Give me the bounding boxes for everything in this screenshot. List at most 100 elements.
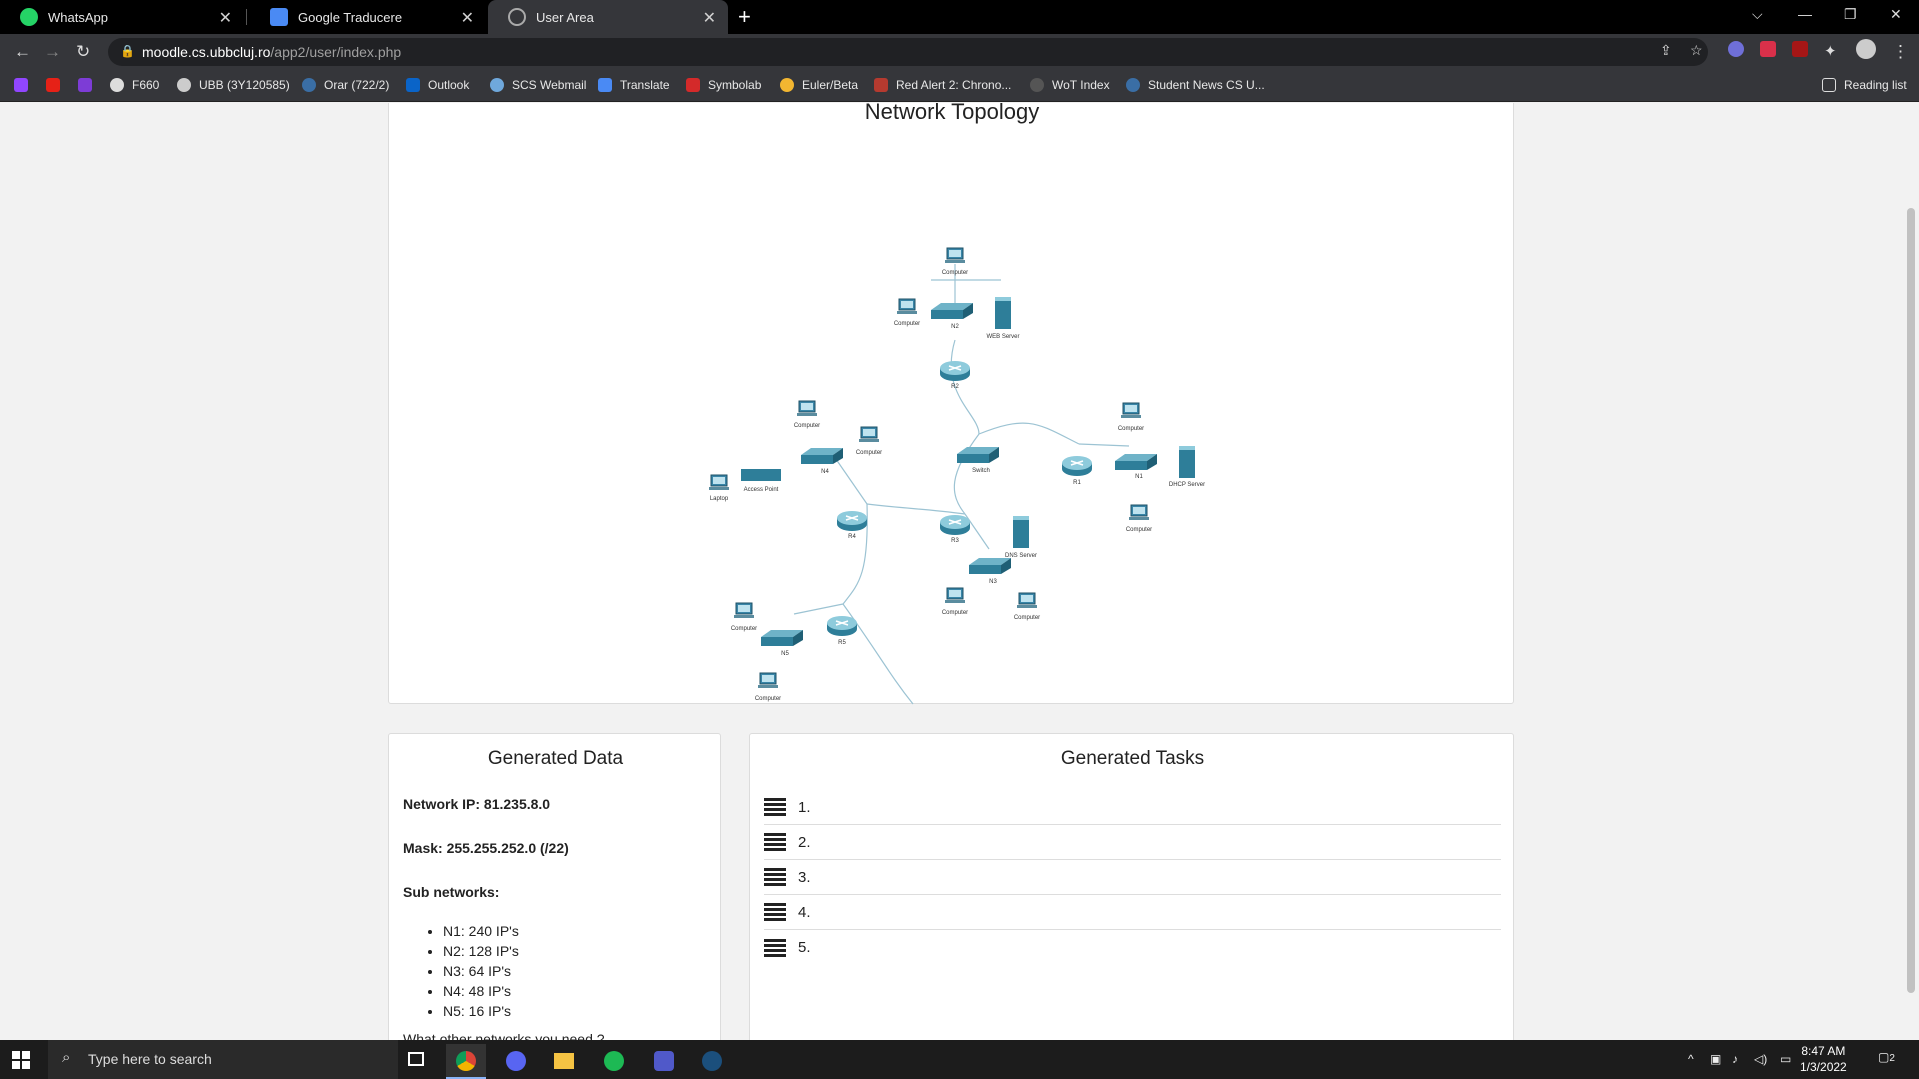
forward-button[interactable]: →: [44, 42, 61, 62]
bookmark-ubb[interactable]: UBB (3Y120585): [177, 78, 290, 92]
task-row[interactable]: 3.: [764, 860, 1501, 895]
reload-button[interactable]: ↻: [76, 42, 90, 62]
label-r3: R3: [951, 538, 959, 544]
close-window-button[interactable]: ✕: [1890, 6, 1902, 23]
task-number: 4.: [798, 903, 811, 921]
twitch-icon[interactable]: [14, 78, 28, 92]
url-text: moodle.cs.ubbcluj.ro/app2/user/index.php: [142, 44, 402, 60]
globe-icon: [508, 8, 526, 26]
subnets-list: N1: 240 IP's N2: 128 IP's N3: 64 IP's N4…: [443, 921, 519, 1021]
task-row[interactable]: 4.: [764, 895, 1501, 930]
tab-label: Google Traducere: [298, 9, 403, 25]
label-computer: Computer: [942, 270, 968, 276]
scrollbar-thumb[interactable]: [1907, 208, 1915, 993]
battery-icon[interactable]: ▭: [1780, 1052, 1791, 1066]
clock-time: 8:47 AM: [1801, 1044, 1846, 1058]
steam-icon[interactable]: [692, 1044, 732, 1079]
mask-line: Mask: 255.255.252.0 (/22): [403, 840, 569, 856]
task-number: 3.: [798, 868, 811, 886]
avatar[interactable]: [1856, 39, 1876, 59]
mail-icon[interactable]: [78, 78, 92, 92]
bookmarks-bar: F660 UBB (3Y120585) Orar (722/2) Outlook…: [0, 70, 1919, 102]
chevron-up-icon[interactable]: ^: [1688, 1052, 1694, 1066]
bookmark-student-news[interactable]: Student News CS U...: [1126, 78, 1265, 92]
tab-user-area[interactable]: User Area ✕: [488, 0, 728, 34]
task-row[interactable]: 2.: [764, 825, 1501, 860]
close-icon[interactable]: ✕: [219, 8, 232, 28]
puzzle-icon[interactable]: ✦: [1824, 42, 1837, 60]
bookmark-wot-index[interactable]: WoT Index: [1030, 78, 1110, 92]
task-row[interactable]: 5.: [764, 930, 1501, 965]
label-dhcp-server: DHCP Server: [1169, 482, 1205, 488]
bookmark-scs-webmail[interactable]: SCS Webmail: [490, 78, 586, 92]
notification-icon[interactable]: ▢2: [1878, 1050, 1895, 1064]
file-explorer-icon[interactable]: [544, 1044, 584, 1079]
minimize-button[interactable]: —: [1798, 6, 1812, 22]
label-switch: Switch: [972, 468, 990, 474]
share-icon[interactable]: ⇪: [1660, 42, 1672, 59]
windows-start-icon[interactable]: [12, 1051, 30, 1069]
label-computer: Computer: [1014, 615, 1040, 621]
spotify-icon[interactable]: [594, 1044, 634, 1079]
tab-divider: [246, 9, 247, 25]
label-computer: Computer: [794, 423, 820, 429]
extension-icon[interactable]: [1728, 41, 1744, 57]
label-computer: Computer: [731, 626, 757, 632]
label-computer: Computer: [942, 610, 968, 616]
back-button[interactable]: ←: [14, 42, 31, 62]
close-icon[interactable]: ✕: [703, 8, 716, 28]
star-icon[interactable]: ☆: [1690, 42, 1703, 59]
label-n2: N2: [951, 324, 959, 330]
taskbar-clock[interactable]: 8:47 AM 1/3/2022: [1800, 1043, 1847, 1075]
volume-icon[interactable]: ◁): [1754, 1052, 1767, 1066]
new-tab-button[interactable]: +: [738, 4, 751, 30]
tab-label: WhatsApp: [48, 9, 108, 25]
list-item: N2: 128 IP's: [443, 941, 519, 961]
bookmark-symbolab[interactable]: Symbolab: [686, 78, 761, 92]
search-icon: ⌕: [62, 1049, 71, 1066]
menu-icon[interactable]: ⋮: [1892, 42, 1909, 62]
label-r5: R5: [838, 640, 846, 646]
task-row[interactable]: 1.: [764, 790, 1501, 825]
address-bar[interactable]: 🔒 moodle.cs.ubbcluj.ro/app2/user/index.p…: [108, 38, 1708, 66]
label-access-point: Access Point: [744, 487, 779, 493]
tab-whatsapp[interactable]: WhatsApp ✕: [0, 0, 244, 34]
bookmark-red-alert[interactable]: Red Alert 2: Chrono...: [874, 78, 1011, 92]
bookmark-euler[interactable]: Euler/Beta: [780, 78, 858, 92]
label-r2: R2: [951, 384, 959, 390]
list-item: N4: 48 IP's: [443, 981, 519, 1001]
generated-data-card: Generated Data Network IP: 81.235.8.0 Ma…: [388, 733, 721, 1040]
network-ip-line: Network IP: 81.235.8.0: [403, 796, 551, 812]
label-computer: Computer: [894, 321, 920, 327]
access-point-icon: [741, 469, 781, 481]
extension-icon[interactable]: [1760, 41, 1776, 57]
task-number: 5.: [798, 939, 811, 956]
task-view-icon[interactable]: [396, 1044, 436, 1079]
label-computer: Computer: [755, 696, 781, 702]
clock-date: 1/3/2022: [1800, 1060, 1847, 1074]
restore-button[interactable]: ❐: [1844, 6, 1857, 23]
tab-strip: WhatsApp ✕ Google Traducere ✕ User Area …: [0, 0, 1919, 34]
discord-icon[interactable]: [496, 1044, 536, 1079]
bookmark-translate[interactable]: Translate: [598, 78, 670, 92]
topology-card: Network Topology Computer Computer N2 WE…: [388, 103, 1514, 705]
bookmark-orar[interactable]: Orar (722/2): [302, 78, 389, 92]
teams-icon[interactable]: [644, 1044, 684, 1079]
tab-search-icon[interactable]: ⌵: [1752, 6, 1763, 23]
server-icon: [764, 833, 786, 851]
toolbar: ← → ↻ 🔒 moodle.cs.ubbcluj.ro/app2/user/i…: [0, 34, 1919, 70]
close-icon[interactable]: ✕: [461, 8, 474, 28]
tab-google-traducere[interactable]: Google Traducere ✕: [250, 0, 486, 34]
camera-icon[interactable]: ▣: [1710, 1052, 1721, 1066]
microphone-icon[interactable]: ♪: [1732, 1052, 1738, 1066]
chrome-icon[interactable]: [446, 1044, 486, 1079]
bookmark-outlook[interactable]: Outlook: [406, 78, 469, 92]
ublock-icon[interactable]: [1792, 41, 1808, 57]
bookmark-f660[interactable]: F660: [110, 78, 159, 92]
list-item: N3: 64 IP's: [443, 961, 519, 981]
taskbar-search-input[interactable]: ⌕ Type here to search: [48, 1040, 398, 1079]
reading-list-button[interactable]: Reading list: [1822, 78, 1907, 92]
youtube-icon[interactable]: [46, 78, 60, 92]
label-n4: N4: [821, 469, 829, 475]
page-scrollbar[interactable]: [1903, 103, 1919, 1040]
